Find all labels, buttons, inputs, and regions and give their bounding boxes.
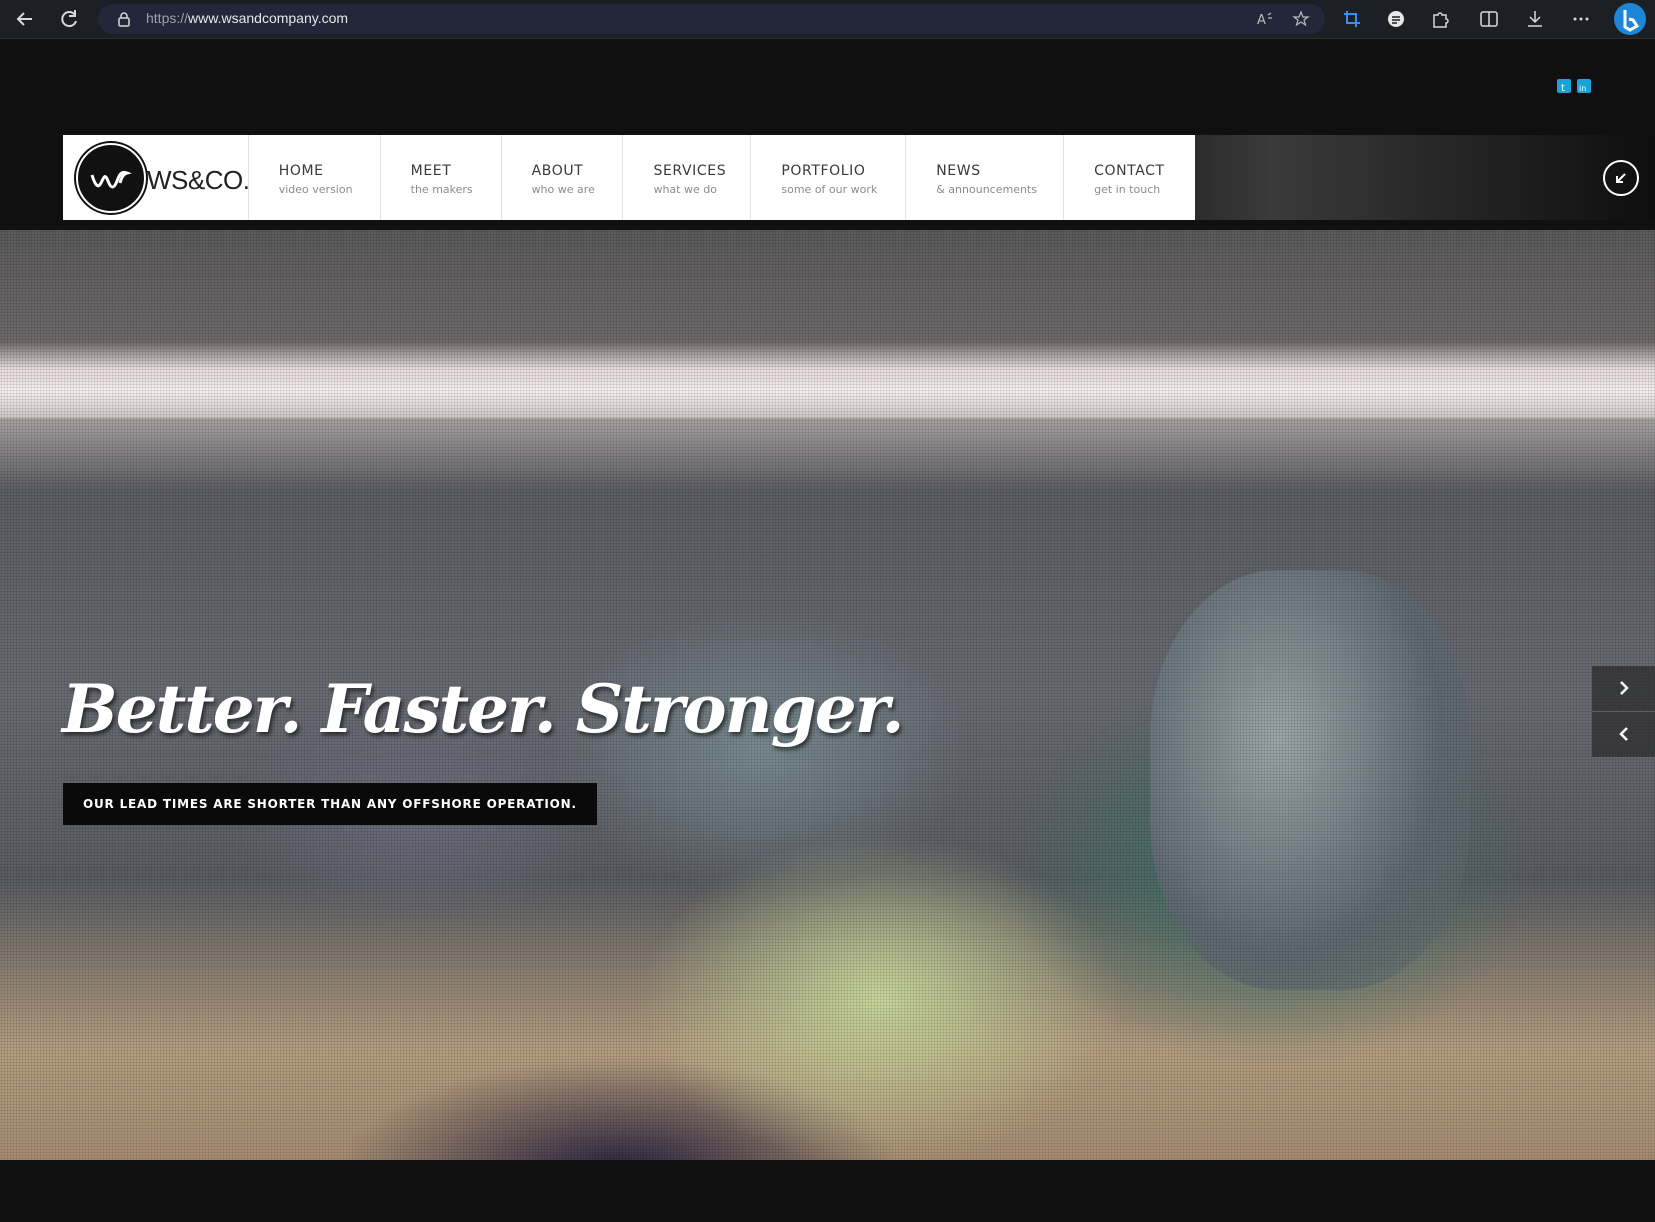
- nav-label: NEWS: [936, 163, 981, 179]
- split-screen-icon[interactable]: [1479, 9, 1499, 29]
- linkedin-icon[interactable]: in: [1577, 79, 1591, 93]
- chevron-right-icon: [1620, 681, 1629, 695]
- favorites-star-icon[interactable]: [1292, 10, 1310, 28]
- address-bar[interactable]: https://www.wsandcompany.com A: [98, 4, 1325, 34]
- main-navigation: WS&CO. HOME video version MEET the maker…: [63, 135, 1195, 220]
- nav-sublabel: some of our work: [781, 183, 878, 196]
- nav-item-services[interactable]: SERVICES what we do: [623, 135, 752, 220]
- hero-tagline: OUR LEAD TIMES ARE SHORTER THAN ANY OFFS…: [63, 783, 597, 825]
- slider-prev-button[interactable]: [1592, 712, 1655, 757]
- logo-text: WS&CO.: [147, 165, 250, 195]
- fullscreen-toggle-icon[interactable]: [1603, 160, 1639, 196]
- nav-item-news[interactable]: NEWS & announcements: [906, 135, 1065, 220]
- more-menu-icon[interactable]: [1571, 9, 1591, 29]
- nav-label: ABOUT: [531, 163, 584, 179]
- nav-label: SERVICES: [653, 163, 727, 179]
- nav-sublabel: what we do: [653, 183, 717, 196]
- nav-sublabel: who we are: [531, 183, 595, 196]
- svg-text:A: A: [1257, 13, 1266, 28]
- logo-mark-icon: [76, 143, 146, 213]
- nav-item-portfolio[interactable]: PORTFOLIO some of our work: [751, 135, 907, 220]
- linkedin-glyph: in: [1579, 84, 1586, 93]
- nav-label: HOME: [278, 163, 324, 179]
- nav-sublabel: the makers: [410, 183, 473, 196]
- slider-next-button[interactable]: [1592, 666, 1655, 711]
- url-protocol: https://: [146, 10, 189, 26]
- url-host: www.wsandcompany.com: [188, 10, 349, 26]
- screenshot-icon[interactable]: [1342, 9, 1362, 29]
- nav-item-about[interactable]: ABOUT who we are: [502, 135, 624, 220]
- refresh-icon[interactable]: [56, 6, 82, 32]
- nav-label: CONTACT: [1094, 163, 1165, 179]
- downloads-icon[interactable]: [1525, 9, 1545, 29]
- lock-icon[interactable]: [116, 11, 132, 27]
- nav-label: MEET: [410, 163, 452, 179]
- site-logo[interactable]: WS&CO.: [63, 135, 250, 220]
- read-aloud-icon[interactable]: A: [1256, 10, 1274, 28]
- hero-slider: Better. Faster. Stronger. OUR LEAD TIMES…: [0, 230, 1655, 1160]
- nav-sublabel: & announcements: [936, 183, 1037, 196]
- browser-toolbar: https://www.wsandcompany.com A: [0, 0, 1655, 39]
- url-text[interactable]: https://www.wsandcompany.com: [146, 10, 348, 26]
- bing-copilot-icon[interactable]: [1614, 3, 1646, 35]
- nav-sublabel: get in touch: [1094, 183, 1161, 196]
- nav-item-home[interactable]: HOME video version: [249, 135, 381, 220]
- twitter-icon[interactable]: t: [1557, 79, 1571, 94]
- nav-label: PORTFOLIO: [781, 163, 866, 179]
- nav-item-meet[interactable]: MEET the makers: [381, 135, 502, 220]
- nav-sublabel: video version: [278, 183, 353, 196]
- back-icon[interactable]: [12, 6, 38, 32]
- nav-item-contact[interactable]: CONTACT get in touch: [1064, 135, 1195, 220]
- chevron-left-icon: [1619, 727, 1628, 741]
- extension-circle-icon[interactable]: [1386, 9, 1406, 29]
- twitter-glyph: t: [1561, 83, 1565, 94]
- hero-headline: Better. Faster. Stronger.: [62, 670, 904, 748]
- extensions-puzzle-icon[interactable]: [1430, 9, 1450, 29]
